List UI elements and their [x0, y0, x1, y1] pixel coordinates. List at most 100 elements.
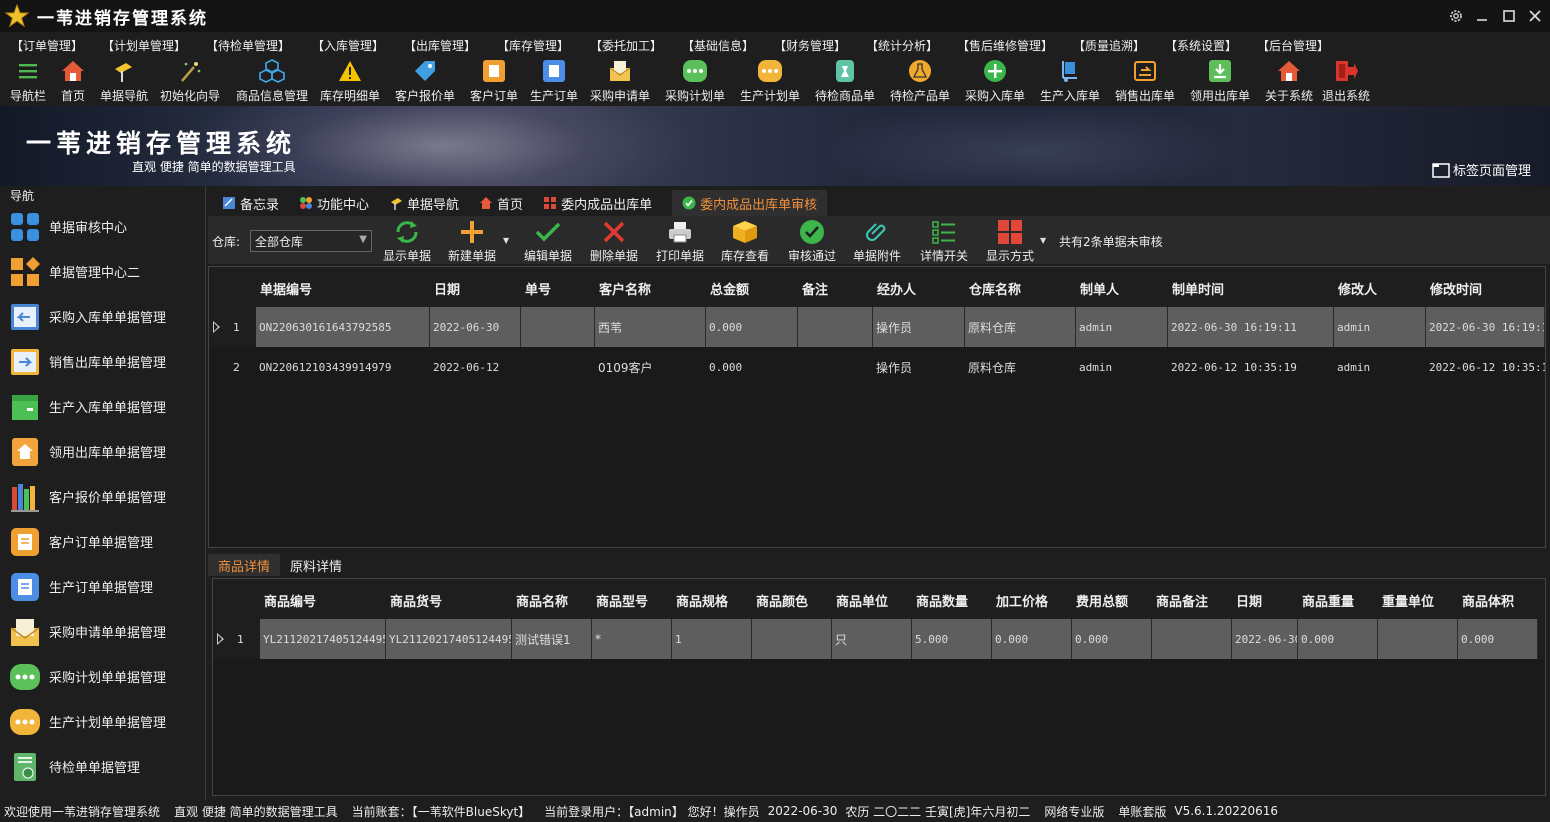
sidebar-item-customer-order[interactable]: 客户订单单据管理: [0, 519, 205, 564]
sidebar-item-doc-center-2[interactable]: 单据管理中心二: [0, 249, 205, 294]
tab-outsourced-outbound[interactable]: 委内成品出库单: [533, 190, 662, 216]
toolbar-purchase-plan[interactable]: 采购计划单: [665, 58, 725, 104]
maximize-icon[interactable]: [1496, 0, 1522, 32]
column-header[interactable]: 客户名称: [599, 279, 651, 298]
settings-gear-icon[interactable]: [1443, 0, 1469, 32]
approve-button[interactable]: 审核通过: [788, 220, 836, 264]
toolbar-production-inbound[interactable]: 生产入库单: [1040, 58, 1100, 104]
display-mode-dropdown-icon[interactable]: ▼: [1040, 236, 1046, 245]
toolbar-exit[interactable]: 退出系统: [1322, 58, 1370, 104]
toolbar-production-plan[interactable]: 生产计划单: [740, 58, 800, 104]
column-header[interactable]: 修改人: [1338, 279, 1377, 298]
toolbar-production-order[interactable]: 生产订单: [530, 58, 578, 104]
menu-basic-info[interactable]: 【基础信息】: [682, 37, 754, 54]
menu-inbound-management[interactable]: 【入库管理】: [312, 37, 384, 54]
sidebar-item-customer-quote[interactable]: 客户报价单单据管理: [0, 474, 205, 519]
toolbar-sales-outbound[interactable]: 销售出库单: [1115, 58, 1175, 104]
column-header[interactable]: 商品单位: [836, 591, 888, 610]
column-header[interactable]: 商品颜色: [756, 591, 808, 610]
warehouse-select[interactable]: 全部仓库 ▼: [250, 230, 372, 252]
column-header[interactable]: 备注: [802, 279, 828, 298]
details-toggle-button[interactable]: 详情开关: [920, 220, 968, 264]
table-row[interactable]: 1 YL211202174051244955 YL211202174051244…: [213, 619, 1545, 659]
column-header[interactable]: 日期: [1236, 591, 1262, 610]
menu-plan-management[interactable]: 【计划单管理】: [102, 37, 186, 54]
table-row[interactable]: 1 ON220630161643792585 2022-06-30 西苇 0.0…: [209, 307, 1545, 347]
toolbar-requisition-outbound[interactable]: 领用出库单: [1190, 58, 1250, 104]
attachment-button[interactable]: 单据附件: [853, 220, 901, 264]
column-header[interactable]: 费用总额: [1076, 591, 1128, 610]
sidebar-item-sales-outbound[interactable]: 销售出库单单据管理: [0, 339, 205, 384]
toolbar-pending-product-inspection[interactable]: 待检商品单: [815, 58, 875, 104]
menu-backend[interactable]: 【后台管理】: [1257, 37, 1329, 54]
menu-inspection-management[interactable]: 【待检单管理】: [206, 37, 290, 54]
column-header[interactable]: 商品体积: [1462, 591, 1514, 610]
toolbar-init-wizard[interactable]: 初始化向导: [160, 58, 220, 104]
column-header[interactable]: 商品编号: [264, 591, 316, 610]
column-header[interactable]: 单据编号: [260, 279, 312, 298]
tab-doc-nav[interactable]: 单据导航: [379, 190, 469, 216]
column-header[interactable]: 商品重量: [1302, 591, 1354, 610]
tab-function-center[interactable]: 功能中心: [289, 190, 379, 216]
menu-quality-trace[interactable]: 【质量追溯】: [1073, 37, 1145, 54]
menu-stock-management[interactable]: 【库存管理】: [497, 37, 569, 54]
column-header[interactable]: 经办人: [877, 279, 916, 298]
toolbar-about[interactable]: 关于系统: [1265, 58, 1313, 104]
show-docs-button[interactable]: 显示单据: [383, 220, 431, 264]
table-row[interactable]: 2 ON220612103439914979 2022-06-12 0109客户…: [209, 347, 1545, 387]
tab-memo[interactable]: 备忘录: [212, 190, 289, 216]
sidebar-item-production-plan[interactable]: 生产计划单单据管理: [0, 699, 205, 744]
new-doc-dropdown-icon[interactable]: ▼: [503, 236, 509, 245]
toolbar-stock-detail[interactable]: 库存明细单: [320, 58, 380, 104]
sidebar-item-inspection[interactable]: 待检单单据管理: [0, 744, 205, 789]
toolbar-product-info[interactable]: 商品信息管理: [236, 58, 308, 104]
menu-outsourcing[interactable]: 【委托加工】: [590, 37, 662, 54]
column-header[interactable]: 重量单位: [1382, 591, 1434, 610]
print-doc-button[interactable]: 打印单据: [656, 220, 704, 264]
display-mode-button[interactable]: 显示方式: [986, 220, 1034, 264]
menu-outbound-management[interactable]: 【出库管理】: [404, 37, 476, 54]
sidebar-item-production-order[interactable]: 生产订单单据管理: [0, 564, 205, 609]
sidebar-item-purchase-inbound[interactable]: 采购入库单单据管理: [0, 294, 205, 339]
column-header[interactable]: 仓库名称: [969, 279, 1021, 298]
toolbar-doc-nav[interactable]: 单据导航: [100, 58, 148, 104]
toolbar-home[interactable]: 首页: [60, 58, 86, 104]
column-header[interactable]: 总金额: [710, 279, 749, 298]
column-header[interactable]: 商品数量: [916, 591, 968, 610]
tab-page-manage-button[interactable]: 标签页面管理: [1432, 160, 1531, 179]
menu-statistics[interactable]: 【统计分析】: [866, 37, 938, 54]
column-header[interactable]: 单号: [525, 279, 551, 298]
toolbar-pending-output-inspection[interactable]: 待检产品单: [890, 58, 950, 104]
sidebar-item-purchase-request[interactable]: 采购申请单单据管理: [0, 609, 205, 654]
tab-product-details[interactable]: 商品详情: [208, 554, 281, 576]
column-header[interactable]: 修改时间: [1430, 279, 1482, 298]
column-header[interactable]: 制单人: [1080, 279, 1119, 298]
sidebar-item-requisition-outbound[interactable]: 领用出库单单据管理: [0, 429, 205, 474]
column-header[interactable]: 商品规格: [676, 591, 728, 610]
column-header[interactable]: 商品货号: [390, 591, 442, 610]
sidebar-item-audit-center[interactable]: 单据审核中心: [0, 204, 205, 249]
toolbar-purchase-request[interactable]: 采购申请单: [590, 58, 650, 104]
toolbar-customer-quote[interactable]: 客户报价单: [395, 58, 455, 104]
column-header[interactable]: 日期: [434, 279, 460, 298]
tab-material-details[interactable]: 原料详情: [280, 554, 352, 576]
new-doc-button[interactable]: 新建单据: [448, 220, 496, 264]
menu-order-management[interactable]: 【订单管理】: [11, 37, 83, 54]
stock-view-button[interactable]: 库存查看: [721, 220, 769, 264]
column-header[interactable]: 制单时间: [1172, 279, 1224, 298]
toolbar-nav-bar[interactable]: 导航栏: [10, 58, 46, 104]
column-header[interactable]: 商品名称: [516, 591, 568, 610]
toolbar-purchase-inbound[interactable]: 采购入库单: [965, 58, 1025, 104]
tab-outsourced-outbound-audit[interactable]: 委内成品出库单审核: [672, 190, 828, 216]
edit-doc-button[interactable]: 编辑单据: [524, 220, 572, 264]
minimize-icon[interactable]: [1469, 0, 1495, 32]
column-header[interactable]: 加工价格: [996, 591, 1048, 610]
menu-system-settings[interactable]: 【系统设置】: [1165, 37, 1237, 54]
tab-home[interactable]: 首页: [469, 190, 533, 216]
menu-finance[interactable]: 【财务管理】: [774, 37, 846, 54]
toolbar-customer-order[interactable]: 客户订单: [470, 58, 518, 104]
sidebar-item-purchase-plan[interactable]: 采购计划单单据管理: [0, 654, 205, 699]
close-icon[interactable]: [1522, 0, 1548, 32]
sidebar-item-production-inbound[interactable]: 生产入库单单据管理: [0, 384, 205, 429]
delete-doc-button[interactable]: 删除单据: [590, 220, 638, 264]
